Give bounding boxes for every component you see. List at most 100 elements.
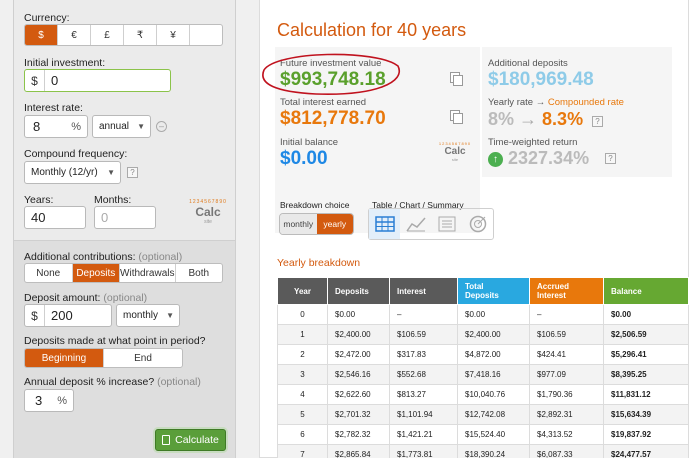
- contributions-label: Additional contributions: (optional): [24, 251, 183, 263]
- page-title: Calculation for 40 years: [277, 20, 467, 40]
- table-cell: $2,400.00: [327, 324, 390, 345]
- deposit-amount-label: Deposit amount: (optional): [24, 292, 148, 304]
- initial-investment-value: 0: [51, 73, 59, 88]
- calculator-form: Currency: $ € £ ₹ ¥ Initial investment: …: [13, 0, 236, 458]
- minus-circle-icon[interactable]: –: [156, 121, 167, 132]
- months-placeholder: 0: [101, 210, 109, 225]
- contrib-withdrawals[interactable]: Withdrawals: [120, 264, 176, 282]
- table-cell: $1,773.81: [389, 444, 458, 458]
- twr-card: Time-weighted return: [488, 137, 577, 148]
- yearly-breakdown-title: Yearly breakdown: [277, 257, 361, 269]
- currency-usd[interactable]: $: [25, 25, 58, 45]
- additional-deposits-card: Additional deposits $180,969.48: [488, 58, 594, 91]
- initial-investment-input[interactable]: $ 0: [24, 69, 171, 92]
- help-icon[interactable]: ?: [605, 153, 616, 164]
- table-cell: 7: [277, 444, 328, 458]
- table-icon[interactable]: [369, 209, 400, 239]
- table-cell: $1,101.94: [389, 404, 458, 425]
- header-total-deposits: Total Deposits: [457, 277, 530, 305]
- header-year: Year: [277, 277, 328, 305]
- table-cell: $5,296.41: [603, 344, 689, 365]
- interest-period-select[interactable]: annual ▼: [92, 115, 151, 138]
- yearly-rate-value: 8%: [488, 109, 515, 129]
- initial-balance-value: $0.00: [280, 148, 328, 169]
- additional-deposits-label: Additional deposits: [488, 58, 568, 69]
- months-input[interactable]: 0: [94, 206, 156, 229]
- breakdown-table: Year Deposits Interest Total Deposits Ac…: [277, 277, 689, 458]
- table-cell: $552.68: [389, 364, 458, 385]
- initial-investment-label: Initial investment:: [24, 57, 106, 69]
- table-cell: $0.00: [603, 304, 689, 325]
- years-value: 40: [31, 210, 46, 225]
- table-row: 4 $2,622.60 $813.27 $10,040.76 $1,790.36 $11,…: [277, 384, 689, 405]
- table-cell: $2,506.59: [603, 324, 689, 345]
- table-cell: $813.27: [389, 384, 458, 405]
- table-cell: $24,477.57: [603, 444, 689, 458]
- table-cell: $1,421.21: [389, 424, 458, 445]
- currency-label: Currency:: [24, 12, 70, 24]
- table-cell: $8,395.25: [603, 364, 689, 385]
- list-icon[interactable]: [431, 209, 462, 239]
- target-icon[interactable]: [462, 209, 493, 239]
- chevron-down-icon: ▼: [166, 311, 174, 320]
- contrib-deposits[interactable]: Deposits: [72, 264, 121, 282]
- table-header-row: Year Deposits Interest Total Deposits Ac…: [277, 277, 689, 305]
- annual-increase-input[interactable]: 3 %: [24, 389, 74, 412]
- table-row: 6 $2,782.32 $1,421.21 $15,524.40 $4,313.52 $1…: [277, 424, 689, 445]
- compound-frequency-select[interactable]: Monthly (12/yr) ▼: [24, 161, 121, 184]
- table-cell: $2,546.16: [327, 364, 390, 385]
- breakdown-monthly[interactable]: monthly: [280, 214, 317, 234]
- dollar-prefix: $: [25, 305, 45, 326]
- annual-increase-value: 3: [35, 393, 43, 408]
- currency-jpy[interactable]: ¥: [157, 25, 190, 45]
- deposit-amount-value: 200: [51, 308, 73, 323]
- twr-value: 2327.34%: [508, 148, 590, 168]
- calc-logo: 1234567890 Calc site: [188, 195, 228, 229]
- table-cell: $11,831.12: [603, 384, 689, 405]
- currency-inr[interactable]: ₹: [124, 25, 157, 45]
- copy-icon[interactable]: [450, 110, 463, 124]
- table-cell: 3: [277, 364, 328, 385]
- years-input[interactable]: 40: [24, 206, 86, 229]
- header-accrued-interest: Accrued Interest: [529, 277, 604, 305]
- deposit-amount-input[interactable]: $ 200: [24, 304, 112, 327]
- table-cell: $7,418.16: [457, 364, 530, 385]
- contrib-none[interactable]: None: [25, 264, 73, 282]
- breakdown-label: Breakdown choice: [280, 200, 350, 210]
- timing-end[interactable]: End: [104, 349, 182, 367]
- initial-balance-card: Initial balance $0.00: [280, 137, 338, 170]
- currency-custom[interactable]: [190, 25, 222, 45]
- table-cell: $2,472.00: [327, 344, 390, 365]
- interest-rate-input[interactable]: 8 %: [24, 115, 88, 138]
- deposit-frequency-select[interactable]: monthly ▼: [116, 304, 180, 327]
- table-row: 1 $2,400.00 $106.59 $2,400.00 $106.59 $2,506.…: [277, 324, 689, 345]
- chart-icon[interactable]: [400, 209, 431, 239]
- table-cell: 1: [277, 324, 328, 345]
- copy-icon[interactable]: [450, 72, 463, 86]
- table-cell: $4,313.52: [529, 424, 604, 445]
- table-cell: $106.59: [389, 324, 458, 345]
- table-cell: $1,790.36: [529, 384, 604, 405]
- initial-balance-label: Initial balance: [280, 137, 339, 148]
- twr-row: ↑ 2327.34%: [488, 148, 589, 169]
- help-icon[interactable]: ?: [592, 116, 603, 127]
- table-cell: $2,782.32: [327, 424, 390, 445]
- breakdown-yearly[interactable]: yearly: [316, 214, 353, 234]
- table-cell: $12,742.08: [457, 404, 530, 425]
- currency-gbp[interactable]: £: [91, 25, 124, 45]
- currency-eur[interactable]: €: [58, 25, 91, 45]
- header-interest: Interest: [389, 277, 458, 305]
- deposit-timing-selector: Beginning End: [24, 348, 183, 368]
- contrib-both[interactable]: Both: [176, 264, 223, 282]
- table-cell: –: [529, 304, 604, 325]
- table-cell: $6,087.33: [529, 444, 604, 458]
- compounded-rate-value: 8.3%: [542, 109, 584, 129]
- deposit-frequency-value: monthly: [123, 310, 159, 321]
- help-icon[interactable]: ?: [127, 167, 138, 178]
- table-cell: $10,040.76: [457, 384, 530, 405]
- timing-beginning[interactable]: Beginning: [25, 349, 104, 367]
- calculate-button[interactable]: Calculate: [155, 429, 226, 451]
- breakdown-toggle: monthly yearly: [279, 213, 354, 235]
- table-cell: 6: [277, 424, 328, 445]
- logo-text: Calc: [195, 205, 221, 219]
